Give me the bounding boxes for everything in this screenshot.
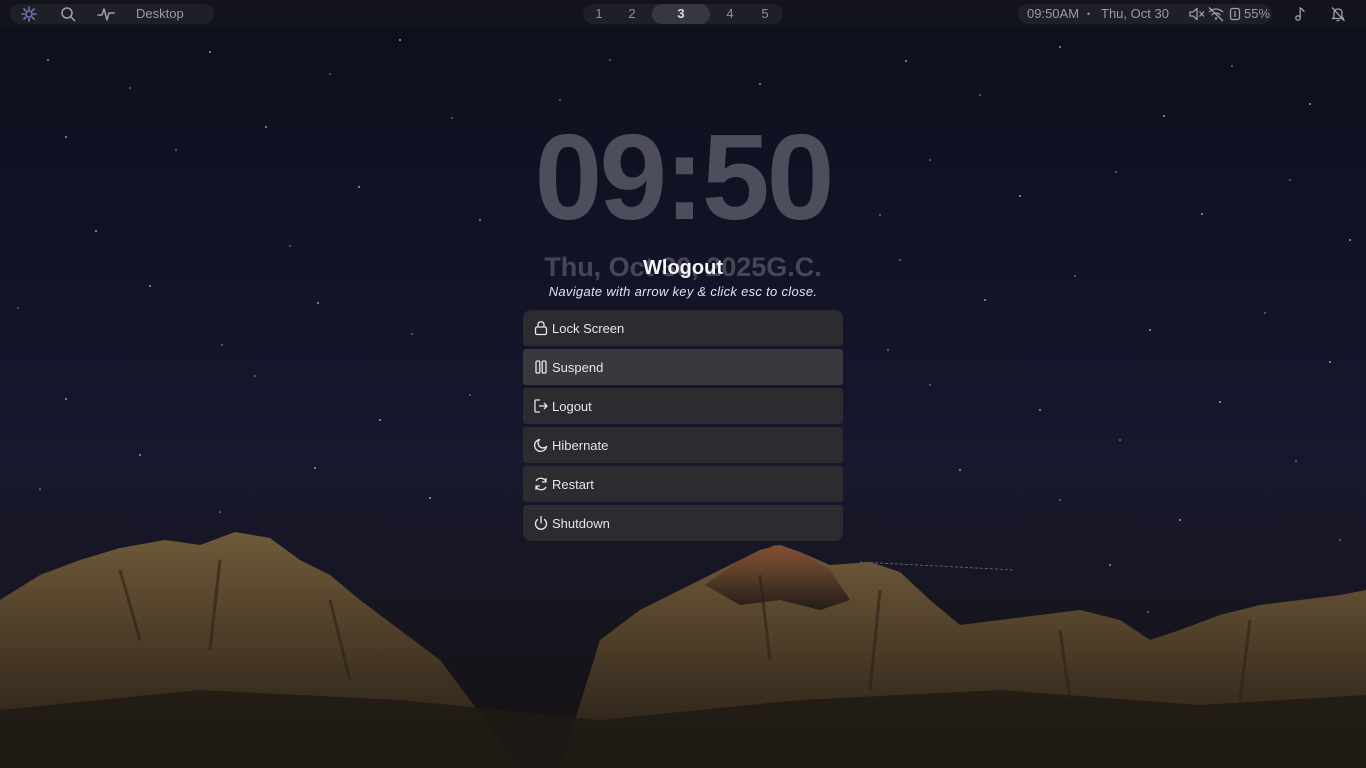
moon-icon: [533, 437, 549, 453]
activity-icon[interactable]: [97, 5, 115, 23]
notifications-off-icon[interactable]: [1329, 5, 1347, 23]
shutdown-button[interactable]: Shutdown: [523, 505, 843, 541]
wlogout-title: Wlogout: [643, 257, 723, 279]
logout-label: Logout: [552, 398, 592, 414]
music-note-icon[interactable]: [1291, 5, 1309, 23]
battery-percentage: 55%: [1244, 6, 1271, 21]
suspend-button[interactable]: Suspend: [523, 349, 843, 385]
app-launcher-icon[interactable]: [20, 5, 38, 23]
restart-button[interactable]: Restart: [523, 466, 843, 502]
workspace-3-active[interactable]: 3: [652, 4, 710, 24]
workspace-5[interactable]: 5: [751, 4, 779, 24]
wlogout-hint: Navigate with arrow key & click esc to c…: [548, 284, 818, 299]
suspend-label: Suspend: [552, 359, 604, 375]
restart-label: Restart: [552, 476, 594, 492]
pause-icon: [533, 359, 549, 375]
lock-icon: [533, 320, 549, 336]
hibernate-button[interactable]: Hibernate: [523, 427, 843, 463]
workspace-1[interactable]: 1: [585, 4, 613, 24]
workspace-2[interactable]: 2: [618, 4, 646, 24]
power-icon: [533, 515, 549, 531]
lock-screen-button[interactable]: Lock Screen: [523, 310, 843, 346]
battery-icon[interactable]: [1226, 6, 1244, 22]
restart-icon: [533, 476, 549, 492]
wlogout-menu: Lock Screen Suspend Logout Hibernate Res…: [523, 310, 843, 544]
bar-separator: •: [1087, 9, 1091, 19]
desktop-clock-time: 09:50: [534, 109, 834, 245]
logout-icon: [533, 398, 549, 414]
volume-muted-icon[interactable]: [1188, 6, 1206, 22]
wifi-off-icon[interactable]: [1207, 6, 1225, 22]
hibernate-label: Hibernate: [552, 437, 609, 453]
top-bar: Desktop 1 2 3 4 5 09:50AM • Thu, Oct 30 …: [0, 0, 1366, 28]
active-window-title: Desktop: [136, 6, 184, 21]
bar-clock-time[interactable]: 09:50AM: [1027, 6, 1079, 22]
workspace-4[interactable]: 4: [716, 4, 744, 24]
search-icon[interactable]: [59, 5, 77, 23]
bar-date[interactable]: Thu, Oct 30: [1101, 6, 1169, 22]
shutdown-label: Shutdown: [552, 515, 610, 531]
desktop: Desktop 1 2 3 4 5 09:50AM • Thu, Oct 30 …: [0, 0, 1366, 768]
lock-screen-label: Lock Screen: [552, 320, 625, 336]
logout-button[interactable]: Logout: [523, 388, 843, 424]
